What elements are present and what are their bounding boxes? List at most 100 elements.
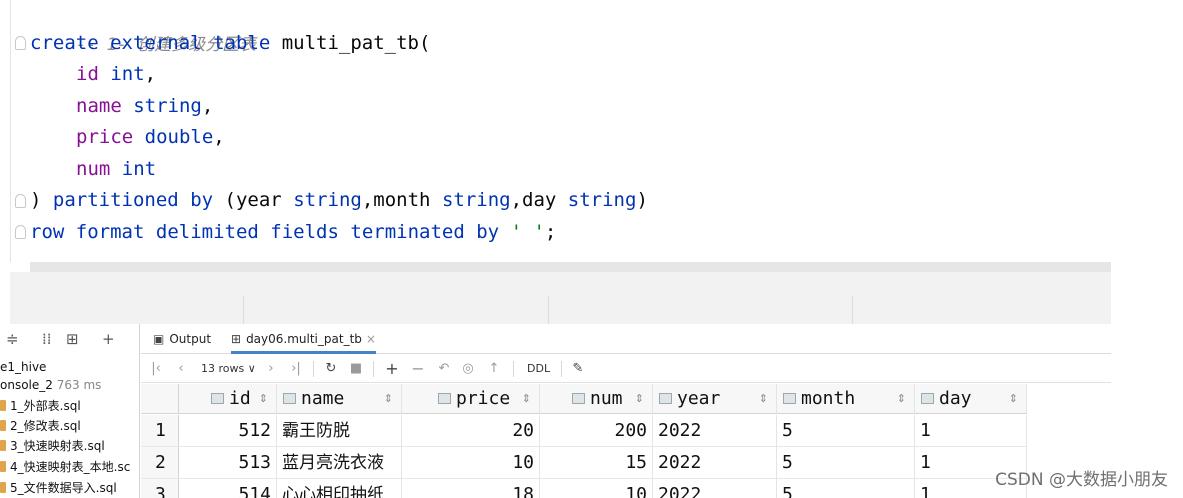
cell-price[interactable]: 10 (402, 447, 540, 479)
revert-icon[interactable]: ↶ (437, 359, 451, 379)
sidebar-item-sql[interactable]: 5_文件数据导入.sql (0, 478, 117, 498)
first-page-icon[interactable]: |‹ (149, 359, 163, 379)
close-tab-icon[interactable]: × (366, 332, 376, 346)
cell-num[interactable]: 200 (540, 415, 653, 447)
column-header-id[interactable]: id ⇕ (179, 384, 277, 414)
cell-name[interactable]: 霸王防脱 (277, 415, 402, 447)
preview-changes-icon[interactable]: ◎ (461, 359, 475, 379)
table-icon: ⊞ (231, 332, 242, 346)
column-divider (852, 296, 853, 324)
result-grid[interactable]: id ⇕ name ⇕ price ⇕ num ⇕ year ⇕ month ⇕ day ⇕ … (141, 384, 1111, 498)
refresh-icon[interactable]: ↻ (323, 359, 339, 379)
last-page-icon[interactable]: ›| (289, 359, 303, 379)
toolbar-divider (561, 361, 562, 377)
pin-icon[interactable]: ✎ (571, 359, 585, 379)
layout-icon[interactable]: ⊞ (66, 330, 79, 348)
column-icon (211, 393, 224, 404)
row-number[interactable]: 2 (141, 447, 179, 479)
code-line-field-name: name string, (76, 95, 214, 117)
sidebar-item-sql[interactable]: 4_快速映射表_本地.sc (0, 457, 130, 477)
sql-file-icon (0, 482, 6, 493)
sort-icon[interactable]: ⇕ (259, 384, 268, 414)
cell-year[interactable]: 2022 (653, 447, 777, 479)
gutter-divider (10, 0, 11, 262)
sort-icon[interactable]: ⇕ (384, 384, 393, 414)
results-header-strip (10, 272, 1111, 324)
results-panel: ▣ Output ⊞ day06.multi_pat_tb × |‹ ‹ 13 row… (141, 324, 1111, 498)
cell-name[interactable]: 心心相印抽纸 (277, 479, 402, 498)
code-line-field-num: num int (76, 158, 157, 180)
code-line-partitioned: ) partitioned by (year string,month stri… (30, 189, 648, 211)
sidebar-item-sql[interactable]: 3_快速映射表.sql (0, 436, 105, 456)
column-header-num[interactable]: num ⇕ (540, 384, 653, 414)
editor-horizontal-scrollbar[interactable] (30, 262, 1111, 272)
console-icon: ▣ (153, 332, 165, 346)
cell-month[interactable]: 5 (777, 447, 915, 479)
column-header-day[interactable]: day ⇕ (915, 384, 1027, 414)
delete-row-icon[interactable]: − (411, 359, 425, 379)
column-divider (548, 296, 549, 324)
sort-icon[interactable]: ⇕ (522, 384, 531, 414)
sidebar-item-console[interactable]: onsole_2 763 ms (0, 375, 101, 395)
row-number[interactable]: 1 (141, 415, 179, 447)
cell-month[interactable]: 5 (777, 415, 915, 447)
column-icon (659, 393, 672, 404)
next-page-icon[interactable]: › (265, 359, 277, 379)
add-icon[interactable]: + (102, 330, 115, 348)
submit-icon[interactable]: ↑ (487, 359, 501, 379)
cell-year[interactable]: 2022 (653, 415, 777, 447)
sort-icon[interactable]: ⇕ (635, 384, 644, 414)
cell-num[interactable]: 10 (540, 479, 653, 498)
code-line-comment: -- 1- 创建多级分区表 (30, 0, 256, 55)
results-toolbar: |‹ ‹ 13 rows ∨ › ›| ↻ ■ + − ↶ ◎ ↑ DDL ✎ (141, 355, 1111, 383)
sidebar-item-hive[interactable]: e1_hive (0, 357, 46, 377)
services-sidebar: ≑ ⁞⁞ ⊞ + e1_hive onsole_2 763 ms 1_外部表.s… (0, 324, 140, 498)
row-count-selector[interactable]: 13 rows ∨ (201, 359, 256, 379)
fold-marker[interactable] (15, 194, 26, 208)
sort-icon[interactable]: ⇕ (1009, 384, 1018, 414)
code-line-field-id: id int, (76, 63, 157, 85)
column-icon (283, 393, 296, 404)
cell-id[interactable]: 512 (179, 415, 277, 447)
column-icon (572, 393, 585, 404)
sql-file-icon (0, 420, 6, 431)
tab-table-result[interactable]: ⊞ day06.multi_pat_tb × (231, 324, 376, 354)
sidebar-item-sql[interactable]: 2_修改表.sql (0, 416, 81, 436)
column-icon (921, 393, 934, 404)
cell-year[interactable]: 2022 (653, 479, 777, 498)
fold-marker[interactable] (15, 36, 26, 50)
fold-marker[interactable] (15, 225, 26, 239)
stop-icon[interactable]: ■ (349, 359, 363, 379)
tab-output[interactable]: ▣ Output (153, 324, 211, 354)
ddl-button[interactable]: DDL (527, 359, 550, 379)
cell-num[interactable]: 15 (540, 447, 653, 479)
add-row-icon[interactable]: + (385, 359, 399, 379)
column-header-name[interactable]: name ⇕ (277, 384, 402, 414)
column-icon (438, 393, 451, 404)
cell-id[interactable]: 514 (179, 479, 277, 498)
sidebar-toolbar: ≑ ⁞⁞ ⊞ + (0, 330, 139, 352)
previous-page-icon[interactable]: ‹ (175, 359, 187, 379)
collapse-all-icon[interactable]: ≑ (6, 330, 19, 348)
cell-id[interactable]: 513 (179, 447, 277, 479)
column-header-month[interactable]: month ⇕ (777, 384, 915, 414)
toolbar-divider (373, 361, 374, 377)
sort-icon[interactable]: ⇕ (897, 384, 906, 414)
code-editor[interactable]: -- 1- 创建多级分区表 create external table mult… (0, 0, 1183, 262)
sql-file-icon (0, 440, 6, 451)
sidebar-item-sql[interactable]: 1_外部表.sql (0, 396, 81, 416)
column-header-price[interactable]: price ⇕ (402, 384, 540, 414)
cell-price[interactable]: 18 (402, 479, 540, 498)
row-number[interactable]: 3 (141, 479, 179, 498)
sort-icon[interactable]: ⇕ (759, 384, 768, 414)
group-by-icon[interactable]: ⁞⁞ (42, 330, 52, 348)
cell-price[interactable]: 20 (402, 415, 540, 447)
code-line-create: create external table multi_pat_tb( (30, 32, 431, 54)
column-header-year[interactable]: year ⇕ (653, 384, 777, 414)
cell-month[interactable]: 5 (777, 479, 915, 498)
toolbar-divider (513, 361, 514, 377)
results-tabs: ▣ Output ⊞ day06.multi_pat_tb × (141, 324, 1111, 354)
cell-name[interactable]: 蓝月亮洗衣液 (277, 447, 402, 479)
row-number-header (141, 384, 179, 414)
cell-day[interactable]: 1 (915, 415, 1027, 447)
